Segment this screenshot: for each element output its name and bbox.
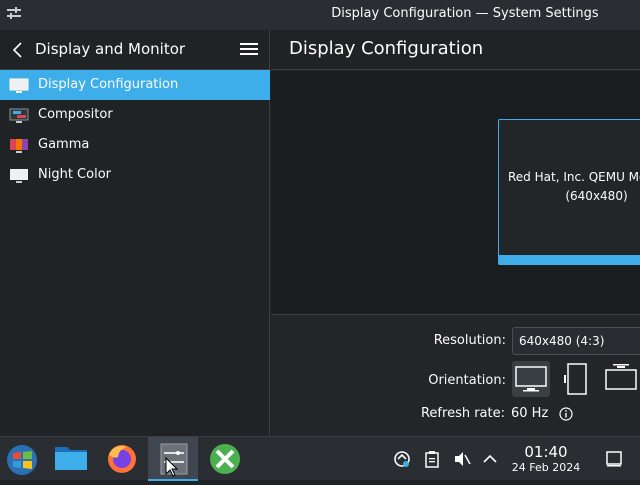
main-header: Display Configuration (271, 30, 640, 70)
resolution-combobox[interactable]: 640x480 (4:3) (512, 327, 640, 355)
monitor-resolution: (640x480) (565, 189, 628, 203)
orientation-flipped-button[interactable] (602, 361, 640, 397)
clipboard-icon[interactable] (422, 449, 442, 469)
system-settings-icon (160, 443, 188, 477)
windows-logo-icon (7, 445, 37, 475)
refresh-rate-value: 60 Hz (511, 406, 549, 421)
sidebar-item-display-configuration[interactable]: Display Configuration (0, 70, 270, 100)
settings-app-icon[interactable] (6, 6, 22, 22)
info-icon[interactable] (559, 407, 573, 421)
file-manager-button[interactable] (46, 437, 96, 481)
orientation-landscape-button[interactable] (512, 361, 550, 397)
back-arrow-icon[interactable] (10, 40, 26, 60)
sidebar-item-night-color[interactable]: Night Color (0, 160, 270, 190)
clock-date[interactable]: 24 Feb 2024 (506, 461, 586, 474)
gamma-icon (10, 139, 28, 153)
taskbar: 01:40 24 Feb 2024 (0, 436, 640, 481)
clock-time[interactable]: 01:40 (510, 443, 582, 461)
monitor-selection-bar (499, 255, 640, 264)
app-x-button[interactable] (200, 437, 250, 481)
sidebar-title: Display and Monitor (35, 40, 186, 58)
firefox-button[interactable] (97, 437, 147, 481)
flipped-monitor-icon (605, 364, 637, 390)
title-bar: Display Configuration — System Settings (0, 0, 640, 30)
screen-layout-area[interactable]: Red Hat, Inc. QEMU Monitor (640x480) (271, 71, 640, 315)
folder-icon (55, 447, 87, 470)
page-title: Display Configuration (289, 38, 484, 59)
show-desktop-icon[interactable] (604, 449, 624, 469)
sidebar-item-compositor[interactable]: Compositor (0, 100, 270, 130)
main-panel: Display Configuration Red Hat, Inc. QEMU… (271, 30, 640, 436)
sidebar: Display and Monitor Display Configuratio… (0, 30, 270, 436)
window-title: Display Configuration — System Settings (331, 6, 599, 21)
landscape-monitor-icon (515, 366, 547, 392)
orientation-label: Orientation: (428, 373, 506, 388)
display-icon (9, 78, 29, 93)
sidebar-item-label: Compositor (38, 107, 113, 122)
night-color-icon (10, 169, 28, 183)
refresh-rate-label: Refresh rate: (420, 406, 505, 421)
sidebar-item-label: Display Configuration (38, 77, 179, 92)
application-launcher-button[interactable] (0, 437, 50, 481)
resolution-label: Resolution: (433, 333, 506, 348)
tray-expand-arrow-icon[interactable] (480, 449, 500, 469)
green-tools-icon (210, 444, 240, 474)
sidebar-header: Display and Monitor (0, 30, 270, 70)
firefox-icon (108, 445, 136, 473)
system-settings-taskbar-button[interactable] (148, 437, 198, 481)
monitor-tile[interactable]: Red Hat, Inc. QEMU Monitor (640x480) (498, 119, 640, 265)
resolution-value: 640x480 (4:3) (519, 334, 605, 348)
compositor-icon (9, 108, 29, 123)
sidebar-item-gamma[interactable]: Gamma (0, 130, 270, 160)
volume-muted-icon[interactable] (452, 449, 472, 469)
sidebar-item-label: Night Color (38, 167, 111, 182)
monitor-name: Red Hat, Inc. QEMU Monitor (508, 170, 640, 184)
update-notifier-icon[interactable] (392, 449, 412, 469)
sidebar-item-label: Gamma (38, 137, 90, 152)
portrait-monitor-icon (564, 363, 587, 395)
hamburger-menu-icon[interactable] (240, 41, 258, 57)
orientation-portrait-button[interactable] (560, 361, 592, 397)
